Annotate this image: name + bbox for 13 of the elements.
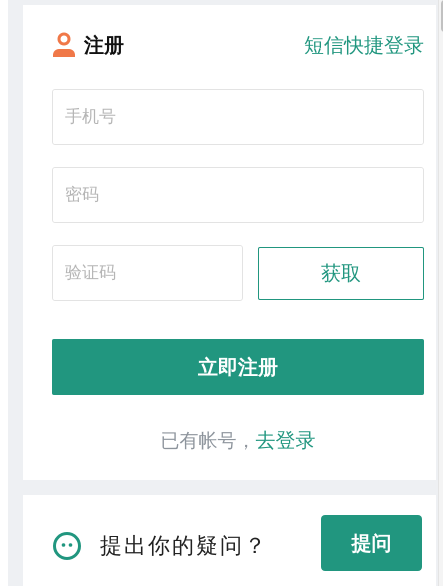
register-button[interactable]: 立即注册 — [52, 339, 424, 395]
user-icon — [52, 32, 76, 58]
login-prompt-text: 已有帐号， — [160, 430, 256, 452]
get-code-button[interactable]: 获取 — [258, 246, 424, 300]
text-field[interactable]: 密码 — [52, 167, 424, 223]
login-link[interactable]: 去登录 — [256, 428, 316, 452]
ask-button[interactable]: 提问 — [321, 515, 422, 571]
captcha-field[interactable]: 验证码 — [52, 245, 243, 301]
register-title: 注册 — [84, 32, 124, 58]
smiley-icon — [52, 531, 82, 561]
question-prompt: 提出你的疑问？ — [100, 533, 269, 561]
text-field[interactable]: 手机号 — [52, 89, 424, 145]
sms-login-link[interactable]: 短信快捷登录 — [304, 32, 424, 58]
